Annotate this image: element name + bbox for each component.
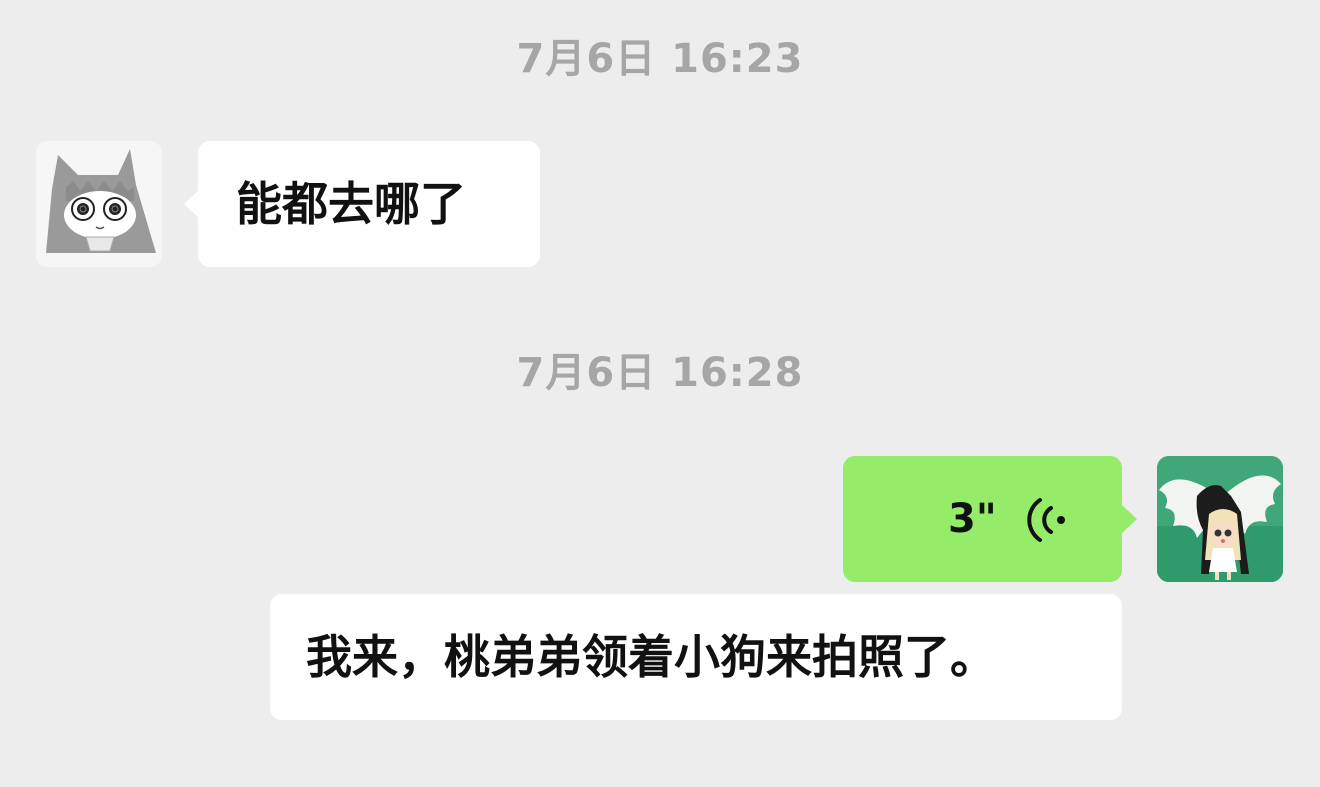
outgoing-message-bubble[interactable]: 我来，桃弟弟领着小狗来拍照了。 — [270, 594, 1122, 720]
incoming-message-bubble[interactable]: 能都去哪了 — [184, 141, 540, 267]
voice-duration: 3" — [948, 496, 997, 542]
voice-wave-icon — [1027, 498, 1065, 542]
cartoon-cat-avatar-icon — [36, 141, 162, 267]
message-timestamp: 7月6日 16:28 — [516, 350, 804, 396]
angel-girl-avatar-icon — [1157, 456, 1283, 582]
message-timestamp: 7月6日 16:23 — [516, 36, 804, 82]
voice-message-bubble[interactable]: 3" — [843, 456, 1137, 582]
self-avatar[interactable] — [1157, 456, 1283, 582]
chat-window: 7月6日 16:23 能都去哪了 7月6日 16:28 3" 我来，桃弟弟领着小… — [0, 0, 1320, 787]
contact-avatar[interactable] — [36, 141, 162, 267]
